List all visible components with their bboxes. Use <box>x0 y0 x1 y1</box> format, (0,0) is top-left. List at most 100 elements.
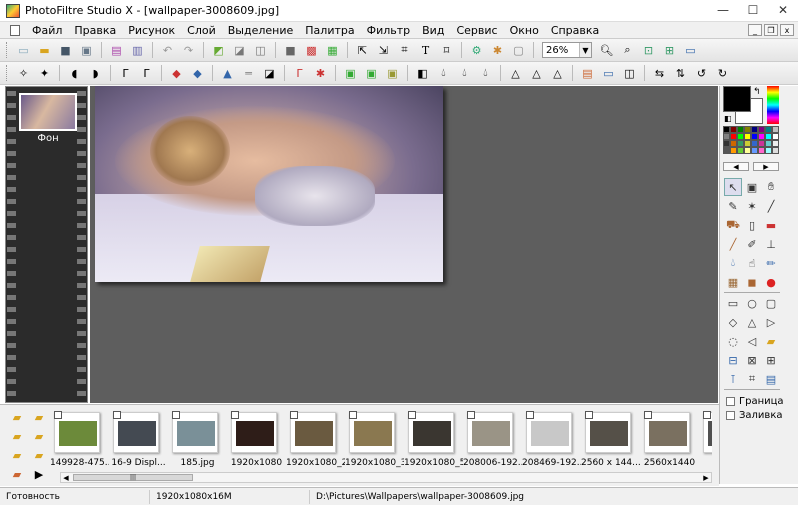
pipette-icon[interactable]: ✏ <box>762 254 780 272</box>
contrast-down-icon[interactable]: ◗ <box>87 65 104 82</box>
select-grid-icon[interactable]: ⊞ <box>762 351 780 369</box>
grayscale-icon[interactable]: ■ <box>282 42 299 59</box>
gamma-up-icon[interactable]: Γ <box>117 65 134 82</box>
arrow-shape-icon[interactable]: ▷ <box>762 313 780 331</box>
folder-open-icon[interactable]: ▰ <box>8 447 26 464</box>
saturation-up-icon[interactable]: ◆ <box>168 65 185 82</box>
fit-window-icon[interactable]: ⊡ <box>640 42 657 59</box>
eraser-icon[interactable]: ▬ <box>762 216 780 234</box>
save-as-icon[interactable]: ▣ <box>78 42 95 59</box>
folder-image-icon[interactable]: ▰ <box>30 409 48 426</box>
selection-tool-icon[interactable]: ▣ <box>743 178 761 196</box>
menu-filter[interactable]: Фильтр <box>361 24 417 37</box>
thumbnail[interactable]: 1920x1080_3 <box>345 409 404 473</box>
menu-palette[interactable]: Палитра <box>299 24 360 37</box>
emboss-icon[interactable]: ◧ <box>414 65 431 82</box>
actual-size-icon[interactable]: ⊞ <box>661 42 678 59</box>
line-tool-icon[interactable]: ╱ <box>762 197 780 215</box>
scroll-left-icon[interactable]: ◀ <box>61 473 71 482</box>
thumbnail[interactable]: 208006-192... <box>463 409 522 473</box>
photo-icon[interactable]: ◼ <box>743 273 761 291</box>
contrast-up-icon[interactable]: ◖ <box>66 65 83 82</box>
folder-settings-icon[interactable]: ▰ <box>8 466 26 483</box>
blur-icon[interactable]: ▣ <box>342 65 359 82</box>
polygon-lasso-icon[interactable]: ◁ <box>743 332 761 350</box>
scrollbar-thumb[interactable]: ||| <box>73 474 193 481</box>
auto-levels-icon[interactable]: Γ <box>291 65 308 82</box>
spray-icon[interactable]: ▯ <box>743 216 761 234</box>
ellipse-shape-icon[interactable]: ○ <box>743 294 761 312</box>
toolbar-grip[interactable] <box>6 65 9 81</box>
menu-edit[interactable]: Правка <box>68 24 122 37</box>
border-checkbox[interactable]: Граница <box>726 396 784 407</box>
pointer-tool-icon[interactable]: ↖ <box>724 178 742 196</box>
minimize-button[interactable]: — <box>708 0 738 20</box>
select-invert-icon[interactable]: ⊠ <box>743 351 761 369</box>
menu-image[interactable]: Рисунок <box>122 24 181 37</box>
palette-prev-button[interactable]: ◀ <box>723 162 749 171</box>
paste-icon[interactable]: ◩ <box>210 42 227 59</box>
scroll-right-icon[interactable]: ▶ <box>701 473 711 482</box>
menu-file[interactable]: Файл <box>26 24 68 37</box>
thumbnail[interactable]: 208469-192... <box>522 409 581 473</box>
fill-bucket-icon[interactable]: ⛟ <box>724 216 742 234</box>
save-icon[interactable]: ■ <box>57 42 74 59</box>
color-spectrum[interactable] <box>767 86 779 124</box>
zoom-out-icon[interactable]: ⌕ <box>619 42 636 59</box>
zoom-in-icon[interactable]: 🔍︎ <box>598 42 615 59</box>
automate-icon[interactable]: ⚙ <box>468 42 485 59</box>
stamp-icon[interactable]: ⊥ <box>762 235 780 253</box>
image-canvas[interactable] <box>95 86 443 282</box>
thumbnail[interactable]: 25 <box>699 409 712 473</box>
folder-refresh-icon[interactable]: ▰ <box>30 428 48 445</box>
undo-icon[interactable]: ↶ <box>159 42 176 59</box>
thumbnail[interactable]: 1920x1080_5 <box>404 409 463 473</box>
document-icon[interactable] <box>10 24 20 36</box>
color-palette[interactable] <box>723 126 779 157</box>
effect-b-icon[interactable]: △ <box>528 65 545 82</box>
gradient-icon[interactable]: ▤ <box>579 65 596 82</box>
doc-close-button[interactable]: x <box>780 24 794 36</box>
monitor-icon[interactable]: ▭ <box>600 65 617 82</box>
scan-icon[interactable]: ▥ <box>129 42 146 59</box>
foreground-color-swatch[interactable] <box>723 86 751 112</box>
saturation-down-icon[interactable]: ◆ <box>189 65 206 82</box>
layer-thumbnail[interactable] <box>19 93 77 131</box>
flip-vertical-icon[interactable]: ⇅ <box>672 65 689 82</box>
close-button[interactable]: ✕ <box>768 0 798 20</box>
diamond-shape-icon[interactable]: ◇ <box>724 313 742 331</box>
thumbnail[interactable]: 16-9 Displ... <box>109 409 168 473</box>
fullscreen-icon[interactable]: ▭ <box>682 42 699 59</box>
new-file-icon[interactable]: ▭ <box>15 42 32 59</box>
toolbar-grip[interactable] <box>6 42 9 58</box>
thumbnail[interactable]: 1920x1080_2 <box>286 409 345 473</box>
open-selection-icon[interactable]: ▰ <box>762 332 780 350</box>
eyedropper-icon[interactable]: ✎ <box>724 197 742 215</box>
transform-icon[interactable]: ⌑ <box>438 42 455 59</box>
paste-new-icon[interactable]: ◫ <box>252 42 269 59</box>
menu-view[interactable]: Вид <box>416 24 450 37</box>
folder-add-icon[interactable]: ▰ <box>8 428 26 445</box>
menu-help[interactable]: Справка <box>545 24 605 37</box>
triangle-shape-icon[interactable]: △ <box>743 313 761 331</box>
doc-minimize-button[interactable]: _ <box>748 24 762 36</box>
thumbnail-scrollbar[interactable]: ◀ ||| ▶ <box>60 472 712 483</box>
levels-icon[interactable]: ▲ <box>219 65 236 82</box>
drop-light-icon[interactable]: 💧︎ <box>435 65 452 82</box>
blur-drop-icon[interactable]: 💧︎ <box>724 254 742 272</box>
thumbnail[interactable]: 185.jpg <box>168 409 227 473</box>
rectangle-shape-icon[interactable]: ▭ <box>724 294 742 312</box>
advanced-brush-icon[interactable]: ✐ <box>743 235 761 253</box>
folder-favorite-icon[interactable]: ▰ <box>30 447 48 464</box>
brightness-up-icon[interactable]: ✧ <box>15 65 32 82</box>
gamma-down-icon[interactable]: Γ <box>138 65 155 82</box>
hand-tool-icon[interactable]: ✋︎ <box>762 178 780 196</box>
select-transform-icon[interactable]: ⌗ <box>743 370 761 388</box>
menu-layer[interactable]: Слой <box>181 24 222 37</box>
effect-c-icon[interactable]: △ <box>549 65 566 82</box>
select-all-icon[interactable]: ⊟ <box>724 351 742 369</box>
rounded-rect-shape-icon[interactable]: ▢ <box>762 294 780 312</box>
chevron-down-icon[interactable]: ▼ <box>579 43 591 57</box>
plugin-icon[interactable]: ✱ <box>489 42 506 59</box>
rotate-left-icon[interactable]: ↺ <box>693 65 710 82</box>
